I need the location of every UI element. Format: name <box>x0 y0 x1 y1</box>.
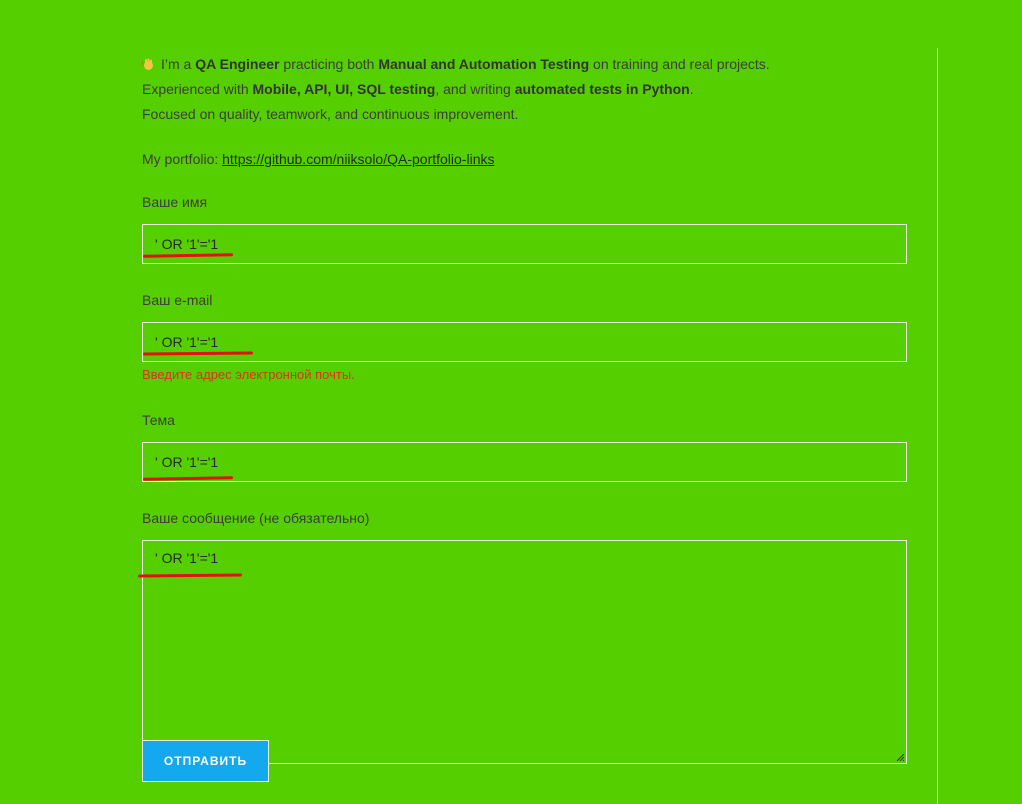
submit-button[interactable]: ОТПРАВИТЬ <box>142 740 269 782</box>
subject-label: Тема <box>142 412 175 428</box>
intro-text-segment: I’m a <box>161 56 196 72</box>
portfolio-link[interactable]: https://github.com/niiksolo/QA-portfolio… <box>222 151 494 167</box>
automation-emphasis: automated tests in Python <box>514 81 690 97</box>
annotation-underline <box>142 253 234 258</box>
email-field-group: Ваш e-mail ' OR '1'='1 Введите адрес эле… <box>142 291 907 383</box>
intro-text-segment: . <box>689 81 694 97</box>
name-input[interactable]: ' OR '1'='1 <box>142 224 907 264</box>
intro-text: I’m a QA Engineer practicing both Manual… <box>142 52 907 172</box>
name-input-value: ' OR '1'='1 <box>155 236 219 252</box>
intro-line-3: Focused on quality, teamwork, and contin… <box>142 106 519 122</box>
waving-hand-icon <box>142 58 153 70</box>
intro-line-2: Experienced with Mobile, API, UI, SQL te… <box>142 77 907 102</box>
role-emphasis: QA Engineer <box>195 56 280 72</box>
name-field-group: Ваше имя ' OR '1'='1 <box>142 193 907 264</box>
email-input[interactable]: ' OR '1'='1 <box>142 322 907 362</box>
annotation-underline <box>142 476 234 481</box>
email-input-value: ' OR '1'='1 <box>155 334 219 350</box>
intro-text-segment: Experienced with <box>142 81 253 97</box>
resize-grip-icon[interactable] <box>896 753 905 762</box>
message-textarea-value: ' OR '1'='1 <box>155 550 219 566</box>
annotation-underline <box>142 351 254 356</box>
subject-input[interactable]: ' OR '1'='1 <box>142 442 907 482</box>
name-label: Ваше имя <box>142 194 208 210</box>
intro-text-segment: on training and real projects. <box>589 56 770 72</box>
subject-field-group: Тема ' OR '1'='1 <box>142 411 907 482</box>
email-label: Ваш e-mail <box>142 292 213 308</box>
portfolio-line: My portfolio: https://github.com/niiksol… <box>142 147 907 172</box>
subject-input-value: ' OR '1'='1 <box>155 454 219 470</box>
message-field-group: Ваше сообщение (не обязательно) ' OR '1'… <box>137 509 907 764</box>
email-error-message: Введите адрес электронной почты. <box>142 367 355 382</box>
intro-text-segment: practicing both <box>279 56 379 72</box>
annotation-underline <box>137 573 243 578</box>
intro-text-segment: , and writing <box>435 81 515 97</box>
message-label: Ваше сообщение (не обязательно) <box>142 510 370 526</box>
portfolio-label: My portfolio: <box>142 151 223 167</box>
intro-line-1: I’m a QA Engineer practicing both Manual… <box>142 52 907 77</box>
testing-types-emphasis: Manual and Automation Testing <box>378 56 590 72</box>
skills-emphasis: Mobile, API, UI, SQL testing <box>252 81 436 97</box>
main-content: I’m a QA Engineer practicing both Manual… <box>137 52 907 764</box>
message-textarea[interactable]: ' OR '1'='1 <box>137 540 907 764</box>
vertical-divider <box>937 48 938 804</box>
